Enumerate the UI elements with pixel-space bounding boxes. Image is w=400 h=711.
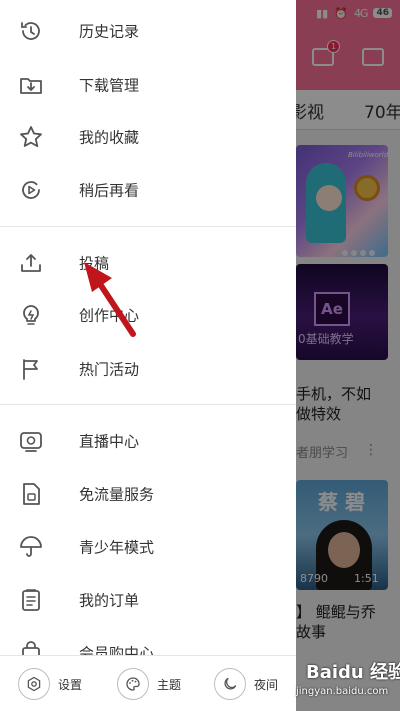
menu-item-hot-events[interactable]: 热门活动 (0, 342, 296, 395)
menu-item-label: 我的订单 (79, 591, 140, 609)
live-tv-icon (20, 431, 42, 452)
settings-button[interactable]: 设置 (18, 668, 82, 700)
menu-item-label: 青少年模式 (79, 538, 155, 556)
sim-card-icon (23, 482, 40, 505)
menu-item-label: 免流量服务 (79, 485, 155, 503)
menu-item-label: 热门活动 (79, 360, 140, 378)
menu-item-free-data[interactable]: 免流量服务 (0, 467, 296, 520)
menu-item-favorites[interactable]: 我的收藏 (0, 110, 296, 163)
moon-icon (214, 668, 246, 700)
palette-icon (117, 668, 149, 700)
star-icon (20, 125, 42, 147)
menu-item-label: 稍后再看 (79, 181, 140, 199)
menu-item-downloads[interactable]: 下载管理 (0, 58, 296, 111)
menu-item-live-center[interactable]: 直播中心 (0, 414, 296, 467)
menu-item-teen-mode[interactable]: 青少年模式 (0, 520, 296, 573)
download-folder-icon (20, 77, 42, 94)
history-clock-icon (21, 21, 40, 40)
night-mode-button[interactable]: 夜间 (214, 668, 278, 700)
menu-item-watch-later[interactable]: 稍后再看 (0, 163, 296, 216)
menu-item-label: 创作中心 (79, 306, 140, 324)
baidu-jingyan-watermark: Baidu 经验 jingyan.baidu.com (284, 650, 400, 708)
menu-item-history[interactable]: 历史记录 (0, 4, 296, 57)
gear-icon (18, 668, 50, 700)
menu-item-upload[interactable]: 投稿 (0, 236, 296, 289)
divider (0, 404, 296, 405)
watch-later-icon (22, 180, 40, 199)
watermark-brand: Baidu 经验 (306, 662, 400, 683)
settings-label: 设置 (58, 677, 83, 692)
navigation-drawer: 历史记录 下载管理 我的收藏 稍后再看 投稿 创作中心 热门活动 直播中心 免流… (0, 0, 296, 711)
flag-icon (23, 358, 38, 380)
drawer-footer: 设置 主题 夜间 (0, 655, 296, 711)
watermark-url: jingyan.baidu.com (296, 686, 389, 697)
order-list-icon (22, 588, 40, 611)
umbrella-icon (20, 535, 42, 557)
menu-item-label: 下载管理 (79, 76, 140, 94)
theme-button[interactable]: 主题 (117, 668, 181, 700)
menu-item-creator-center[interactable]: 创作中心 (0, 288, 296, 341)
upload-icon (21, 253, 41, 272)
menu-item-label: 我的收藏 (79, 128, 140, 146)
menu-item-my-orders[interactable]: 我的订单 (0, 573, 296, 626)
theme-label: 主题 (157, 677, 182, 692)
menu-item-label: 投稿 (79, 254, 110, 272)
night-mode-label: 夜间 (254, 677, 279, 692)
divider (0, 226, 296, 227)
menu-item-label: 直播中心 (79, 432, 140, 450)
lightbulb-icon (23, 304, 39, 325)
menu-item-label: 历史记录 (79, 22, 140, 40)
